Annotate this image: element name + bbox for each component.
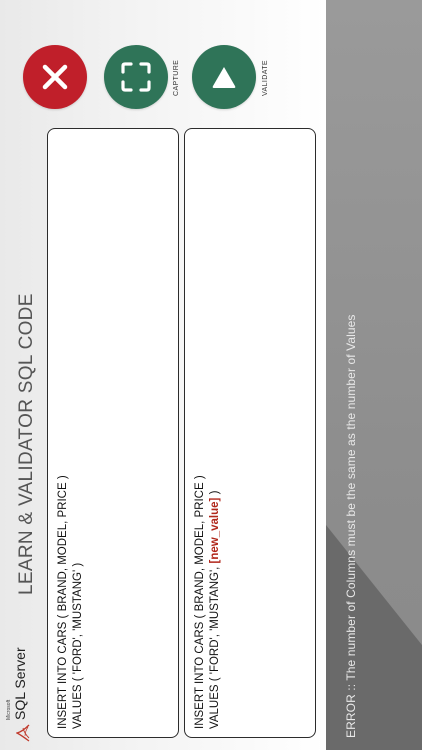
triangle-up-icon xyxy=(212,67,236,88)
capture-frame-icon xyxy=(121,62,151,92)
reference-code-box: INSERT INTO CARS ( BRAND, MODEL, PRICE )… xyxy=(47,128,179,738)
page-title: LEARN & VALIDATOR SQL CODE xyxy=(16,293,37,595)
sql-server-logo: Microsoft SQL Server xyxy=(6,647,30,742)
code-text: ) xyxy=(209,490,221,498)
new-value-token[interactable]: [new_value] xyxy=(209,498,221,564)
panel-shade xyxy=(326,0,422,645)
code-line: VALUES ( 'FORD', 'MUSTANG', [new_value] … xyxy=(208,475,223,729)
validate-button[interactable] xyxy=(192,45,256,109)
sql-server-logo-icon xyxy=(16,724,30,742)
code-text: VALUES ( 'FORD', 'MUSTANG', xyxy=(209,563,221,729)
close-icon xyxy=(42,64,68,90)
reference-code: INSERT INTO CARS ( BRAND, MODEL, PRICE )… xyxy=(56,475,86,729)
user-code: INSERT INTO CARS ( BRAND, MODEL, PRICE )… xyxy=(193,475,223,729)
error-panel xyxy=(326,0,422,750)
error-message: ERROR :: The number of Columns must be t… xyxy=(344,314,358,738)
validate-label: VALIDATE xyxy=(262,59,269,96)
logo-wordmark: Microsoft SQL Server xyxy=(6,647,30,720)
capture-label: CAPTURE xyxy=(173,59,180,96)
code-line: INSERT INTO CARS ( BRAND, MODEL, PRICE ) xyxy=(194,475,206,729)
code-line: VALUES ( 'FORD', 'MUSTANG' ) xyxy=(72,562,84,729)
user-code-box[interactable]: INSERT INTO CARS ( BRAND, MODEL, PRICE )… xyxy=(184,128,316,738)
capture-button[interactable] xyxy=(104,45,168,109)
code-line: INSERT INTO CARS ( BRAND, MODEL, PRICE ) xyxy=(57,475,69,729)
logo-product: SQL Server xyxy=(12,647,28,720)
close-button[interactable] xyxy=(23,45,87,109)
